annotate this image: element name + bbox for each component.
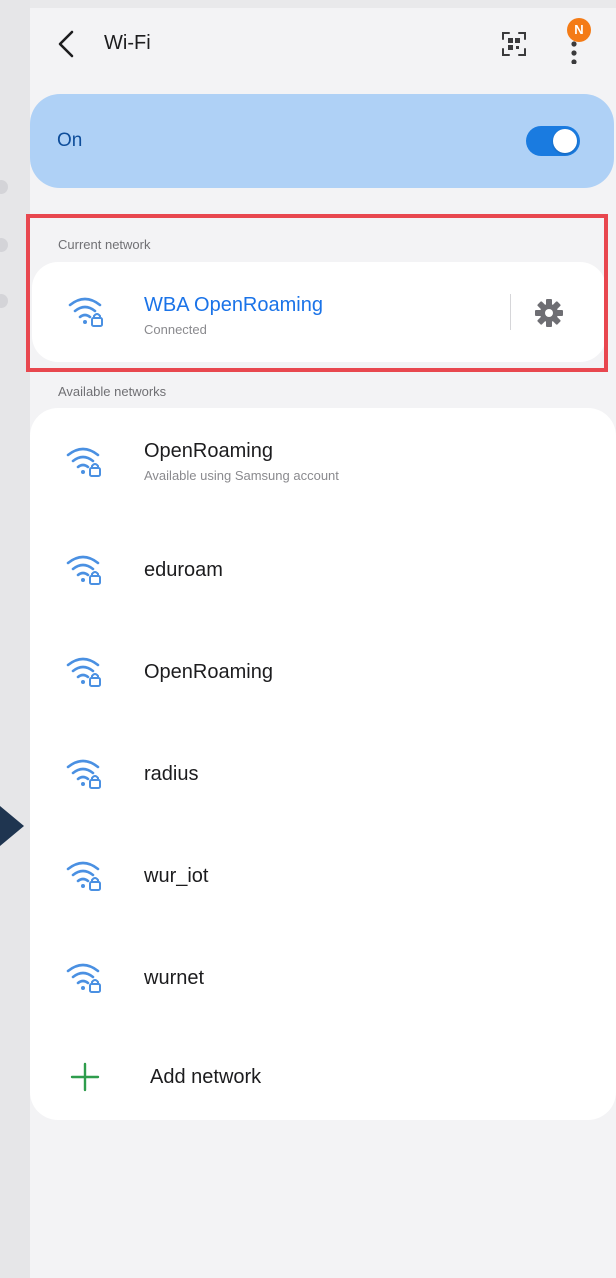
plus-icon	[70, 1062, 100, 1092]
wifi-settings-screen: Wi-Fi N On Current network WBA OpenRoami…	[26, 8, 616, 1278]
add-network-button[interactable]: Add network	[30, 1020, 616, 1120]
back-button[interactable]	[52, 26, 84, 62]
edge-dot	[0, 294, 8, 308]
network-name: OpenRoaming	[144, 440, 273, 462]
available-networks-header: Available networks	[58, 384, 167, 399]
wifi-switch[interactable]	[526, 126, 580, 156]
network-item[interactable]: eduroam	[30, 510, 616, 610]
wifi-toggle-label: On	[57, 130, 83, 151]
wifi-lock-icon	[66, 759, 101, 789]
network-subtitle: Available using Samsung account	[144, 468, 339, 483]
add-network-label: Add network	[150, 1066, 262, 1088]
available-networks-list: OpenRoaming Available using Samsung acco…	[30, 408, 616, 1120]
network-name: wur_iot	[144, 865, 209, 887]
network-name: eduroam	[144, 559, 223, 581]
wifi-lock-icon	[66, 963, 101, 993]
network-name: OpenRoaming	[144, 661, 273, 683]
switch-knob	[553, 129, 577, 153]
network-item[interactable]: wur_iot	[30, 816, 616, 916]
network-item[interactable]: OpenRoaming	[30, 612, 616, 712]
wifi-lock-icon	[66, 555, 101, 585]
network-item[interactable]: OpenRoaming Available using Samsung acco…	[30, 408, 616, 508]
chevron-left-icon	[58, 30, 74, 58]
network-name: wurnet	[144, 967, 205, 989]
qr-scan-button[interactable]	[498, 28, 530, 60]
wifi-toggle-bar[interactable]: On	[30, 94, 614, 188]
network-item[interactable]: radius	[30, 714, 616, 814]
app-bar: Wi-Fi N	[30, 8, 616, 80]
page-title: Wi-Fi	[104, 32, 151, 54]
network-item[interactable]: wurnet	[30, 918, 616, 1018]
wifi-lock-icon	[66, 657, 101, 687]
network-name: radius	[144, 763, 199, 785]
qr-scan-icon	[502, 32, 526, 56]
pointer-arrow-icon	[0, 806, 24, 846]
edge-dot	[0, 180, 8, 194]
background-panel	[0, 0, 30, 1278]
highlight-annotation	[26, 214, 608, 372]
edge-dot	[0, 238, 8, 252]
notification-badge: N	[567, 18, 591, 42]
wifi-lock-icon	[66, 447, 101, 477]
wifi-lock-icon	[66, 861, 101, 891]
